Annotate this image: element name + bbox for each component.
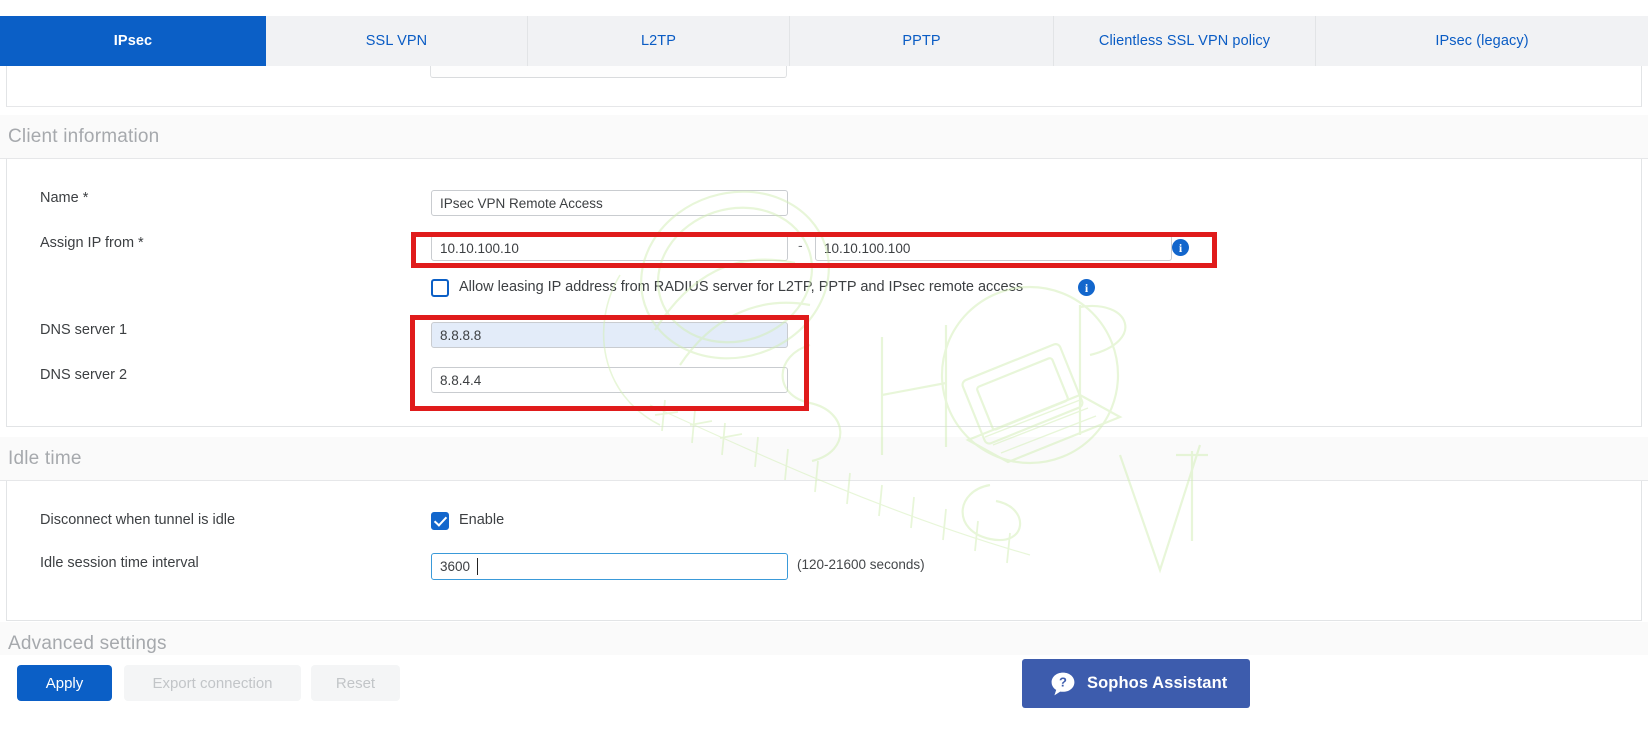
apply-button[interactable]: Apply [17,665,112,701]
text-caret [477,558,478,575]
reset-button[interactable]: Reset [311,665,400,701]
tab-ipsec[interactable]: IPsec [0,16,266,66]
tab-clientless-ssl-vpn-policy[interactable]: Clientless SSL VPN policy [1054,16,1316,66]
section-header-client-information: Client information [0,115,1648,159]
client-information-panel: Name * Assign IP from * - i Allow leasin… [6,159,1642,427]
tab-pptp-label: PPTP [902,33,941,49]
question-speech-bubble-icon: ? [1050,671,1076,697]
export-connection-button[interactable]: Export connection [124,665,301,701]
radius-lease-info-icon[interactable]: i [1078,279,1095,296]
section-header-idle-time: Idle time [0,437,1648,481]
tab-l2tp[interactable]: L2TP [528,16,790,66]
sophos-assistant-label: Sophos Assistant [1087,674,1228,692]
previous-field-cutoff-input[interactable] [430,66,787,78]
idle-time-panel: Disconnect when tunnel is idle Enable Id… [6,481,1642,621]
assign-ip-end-input[interactable] [815,235,1172,261]
assign-ip-info-icon[interactable]: i [1172,239,1189,256]
vpn-settings-page: IPsec SSL VPN L2TP PPTP Clientless SSL V… [0,0,1648,745]
idle-session-interval-input[interactable] [431,553,788,580]
sophos-assistant-button[interactable]: ? Sophos Assistant [1022,659,1250,708]
tab-ipsec-legacy-label: IPsec (legacy) [1435,33,1529,49]
dns-server-1-label: DNS server 1 [40,322,128,338]
assign-ip-start-input[interactable] [431,235,788,261]
name-input[interactable] [431,190,788,216]
vpn-tab-bar[interactable]: IPsec SSL VPN L2TP PPTP Clientless SSL V… [0,16,1648,66]
tab-pptp[interactable]: PPTP [790,16,1054,66]
disconnect-when-idle-checkbox[interactable] [431,512,449,530]
tab-ipsec-legacy[interactable]: IPsec (legacy) [1316,16,1648,66]
tab-ssl-vpn[interactable]: SSL VPN [266,16,528,66]
idle-session-interval-hint: (120-21600 seconds) [797,557,925,572]
tab-clientless-ssl-vpn-policy-label: Clientless SSL VPN policy [1098,33,1271,49]
tab-l2tp-label: L2TP [640,33,677,49]
footer-action-bar: Apply Export connection Reset [0,655,1648,745]
section-title-client-information: Client information [8,125,160,147]
idle-session-interval-label: Idle session time interval [40,555,199,571]
radius-lease-checkbox[interactable] [431,279,449,297]
tab-ipsec-label: IPsec [113,33,153,49]
assign-ip-from-label: Assign IP from * [40,235,144,251]
svg-text:?: ? [1059,674,1067,689]
disconnect-when-idle-enable-label: Enable [459,512,505,528]
section-title-advanced-settings: Advanced settings [8,632,167,654]
dns-server-2-input[interactable] [431,367,788,393]
radius-lease-label: Allow leasing IP address from RADIUS ser… [459,279,1024,295]
dns-server-1-input[interactable] [431,322,788,348]
disconnect-when-idle-label: Disconnect when tunnel is idle [40,512,236,528]
name-label: Name * [40,190,89,206]
section-title-idle-time: Idle time [8,447,82,469]
tab-ssl-vpn-label: SSL VPN [365,33,428,49]
ip-range-separator: - [798,237,803,253]
dns-server-2-label: DNS server 2 [40,367,128,383]
previous-section-panel-remainder [6,66,1642,107]
